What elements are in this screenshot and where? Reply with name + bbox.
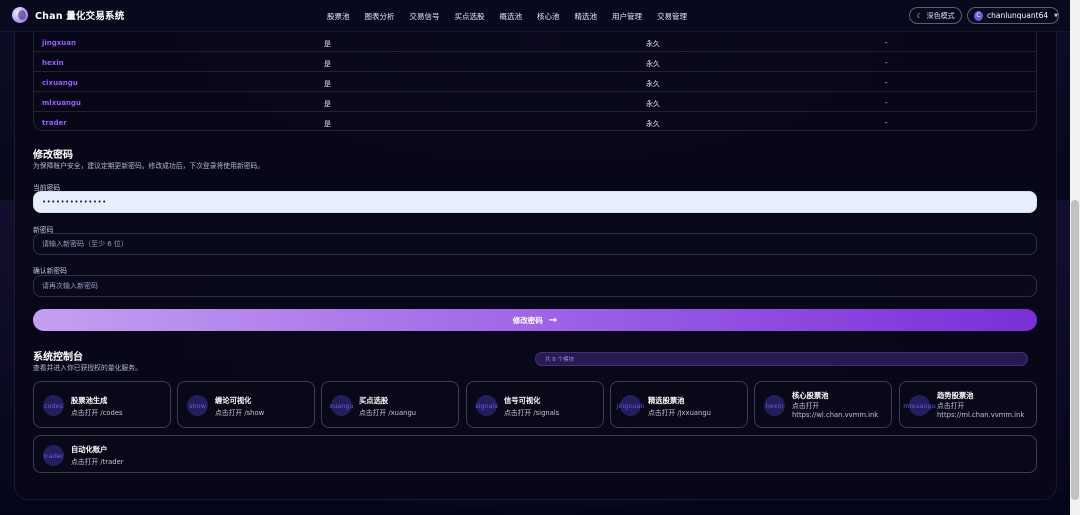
permission-enabled: 是 <box>324 80 331 88</box>
show-icon: show <box>187 395 208 416</box>
permission-expiry: 永久 <box>646 80 660 88</box>
service-card-mlxuangu[interactable]: mlxuangu 趋势股票池 点击打开 https://ml.chan.vvmm… <box>899 381 1037 428</box>
service-link: 点击打开 /codes <box>71 409 123 417</box>
service-card-signals[interactable]: signals 信号可视化 点击打开 /signals <box>466 381 604 428</box>
nav-item-trade-signals[interactable]: 交易信号 <box>410 11 440 22</box>
page-scrollbar[interactable] <box>1070 0 1080 515</box>
codes-icon: codes <box>43 395 64 416</box>
table-row: hexin 是 永久 - <box>34 52 1036 72</box>
signals-icon: signals <box>475 395 498 416</box>
user-menu-button[interactable]: C chanlunquant64 ▼ <box>967 7 1059 24</box>
permission-expiry: 永久 <box>646 100 660 108</box>
theme-toggle-label: 深色模式 <box>926 11 955 20</box>
hexin-icon: hexin <box>764 395 785 416</box>
permission-note: - <box>885 119 888 127</box>
permissions-table: jingxuan 是 永久 - hexin 是 永久 - cixuangu 是 … <box>33 32 1037 131</box>
nav-item-chart-analysis[interactable]: 图表分析 <box>365 11 395 22</box>
service-card-show[interactable]: show 缠论可视化 点击打开 /show <box>177 381 315 428</box>
service-card-jingxuan[interactable]: jingxuan 精选股票池 点击打开 /jxxuangu <box>610 381 748 428</box>
trader-icon: trader <box>43 445 64 466</box>
permission-expiry: 永久 <box>646 40 660 48</box>
nav-item-stock-pool[interactable]: 股票池 <box>327 11 350 22</box>
service-card-trader[interactable]: trader 自动化账户 点击打开 /trader <box>33 435 1037 473</box>
console-subtitle: 查看并进入你已获授权的量化服务。 <box>33 364 142 372</box>
table-row: cixuangu 是 永久 - <box>34 72 1036 92</box>
nav-item-user-management[interactable]: 用户管理 <box>612 11 642 22</box>
table-row: mlxuangu 是 永久 - <box>34 92 1036 112</box>
moon-icon: ☾ <box>916 11 923 20</box>
xuangu-icon: xuangu <box>329 395 354 416</box>
permission-note: - <box>885 99 888 107</box>
permission-note: - <box>885 59 888 67</box>
caret-down-icon: ▼ <box>1054 12 1058 19</box>
nav-item-select-pool[interactable]: 精选池 <box>575 11 598 22</box>
permission-enabled: 是 <box>324 40 331 48</box>
current-password-input[interactable]: •••••••••••••• <box>33 191 1037 213</box>
confirm-password-label: 确认新密码 <box>33 267 67 275</box>
permission-name: jingxuan <box>42 39 76 47</box>
service-card-codes[interactable]: codes 股票池生成 点击打开 /codes <box>33 381 171 428</box>
mlxuangu-icon: mlxuangu <box>903 395 936 416</box>
username: chanlunquant64 <box>986 11 1049 20</box>
permission-name: trader <box>42 119 67 127</box>
theme-toggle-button[interactable]: ☾ 深色模式 <box>909 7 962 24</box>
service-link: 点击打开 /show <box>215 409 265 417</box>
service-title: 买点选股 <box>359 396 389 405</box>
jingxuan-icon: jingxuan <box>617 395 644 416</box>
avatar: C <box>974 10 983 21</box>
permission-name: hexin <box>42 59 64 67</box>
service-title: 自动化账户 <box>71 445 108 454</box>
service-card-hexin[interactable]: hexin 核心股票池 点击打开 https://wl.chan.vvmm.in… <box>754 381 892 428</box>
module-count-badge: 共 8 个模块 <box>535 352 1028 366</box>
console-title: 系统控制台 <box>33 352 83 363</box>
service-title: 精选股票池 <box>648 396 685 405</box>
brand[interactable]: Chan 量化交易系统 <box>12 7 124 23</box>
logo-icon <box>12 7 28 23</box>
permission-enabled: 是 <box>324 100 331 108</box>
brand-name: Chan 量化交易系统 <box>35 11 125 22</box>
service-link: 点击打开 /jxxuangu <box>648 409 711 417</box>
table-row: jingxuan 是 永久 - <box>34 32 1036 52</box>
service-title: 股票池生成 <box>71 396 108 405</box>
service-url: https://ml.chan.vvmm.ink <box>937 411 1025 419</box>
service-link: 点击打开 /trader <box>71 458 124 466</box>
nav-item-core-pool[interactable]: 核心池 <box>537 11 560 22</box>
change-password-button[interactable]: 修改密码 → <box>33 309 1037 331</box>
permission-name: mlxuangu <box>42 99 81 107</box>
password-section-title: 修改密码 <box>33 150 73 161</box>
nav-menu: 股票池 图表分析 交易信号 买点选股 概选池 核心池 精选池 用户管理 交易管理 <box>327 11 702 22</box>
permission-enabled: 是 <box>324 120 331 128</box>
permission-expiry: 永久 <box>646 60 660 68</box>
scrollbar-thumb[interactable] <box>1071 200 1079 500</box>
table-row: trader 是 永久 - <box>34 112 1036 132</box>
service-link: 点击打开 /signals <box>504 409 560 417</box>
permission-expiry: 永久 <box>646 120 660 128</box>
service-title: 缠论可视化 <box>215 396 252 405</box>
nav-item-concept-pool[interactable]: 概选池 <box>500 11 523 22</box>
service-link: 点击打开 https://ml.chan.vvmm.ink <box>937 402 1024 420</box>
nav-item-buy-point-picker[interactable]: 买点选股 <box>455 11 485 22</box>
change-password-label: 修改密码 <box>512 315 543 325</box>
service-link: 点击打开 /xuangu <box>359 409 417 417</box>
service-title: 趋势股票池 <box>937 391 974 400</box>
confirm-password-input[interactable]: 请再次输入新密码 <box>33 275 1037 297</box>
service-link-text: 点击打开 <box>792 402 820 410</box>
arrow-right-icon: → <box>548 314 558 326</box>
service-card-xuangu[interactable]: xuangu 买点选股 点击打开 /xuangu <box>321 381 459 428</box>
service-link: 点击打开 https://wl.chan.vvmm.ink <box>792 402 878 420</box>
service-title: 核心股票池 <box>792 391 829 400</box>
service-link-text: 点击打开 <box>937 402 965 410</box>
permission-note: - <box>885 39 888 47</box>
permission-enabled: 是 <box>324 60 331 68</box>
new-password-input[interactable]: 请输入新密码（至少 6 位） <box>33 233 1037 255</box>
nav-item-trade-management[interactable]: 交易管理 <box>657 11 687 22</box>
permission-note: - <box>885 79 888 87</box>
top-navbar: Chan 量化交易系统 股票池 图表分析 交易信号 买点选股 概选池 核心池 精… <box>0 0 1070 32</box>
permission-name: cixuangu <box>42 79 78 87</box>
service-title: 信号可视化 <box>504 396 541 405</box>
password-section-subtitle: 为保障账户安全，建议定期更新密码。修改成功后，下次登录将使用新密码。 <box>33 162 265 170</box>
service-url: https://wl.chan.vvmm.ink <box>792 411 879 419</box>
